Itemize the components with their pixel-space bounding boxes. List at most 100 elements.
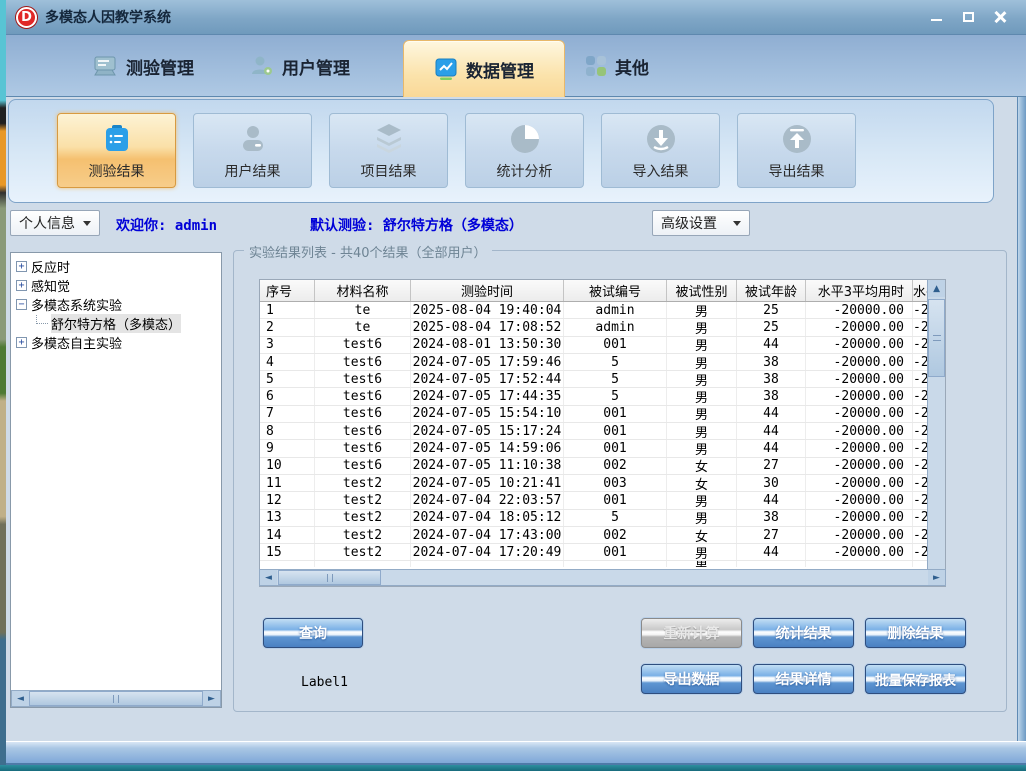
scrollbar-thumb[interactable] bbox=[29, 691, 203, 706]
column-header[interactable]: 水平 bbox=[913, 280, 927, 301]
table-row[interactable]: 2te2025-08-04 17:08:52admin男25-20000.00-… bbox=[260, 319, 927, 336]
maximize-button[interactable] bbox=[960, 10, 976, 24]
column-header[interactable]: 测验时间 bbox=[411, 280, 564, 301]
table-cell: 12 bbox=[260, 492, 315, 508]
table-row[interactable]: 9test62024-07-05 14:59:06001男44-20000.00… bbox=[260, 440, 927, 457]
table-cell: 11 bbox=[260, 475, 315, 491]
toolbar-export-results-button[interactable]: 导出结果 bbox=[737, 113, 856, 188]
main-tabbar: 测验管理 用户管理 数据管理 其他 bbox=[6, 35, 1026, 97]
tab-exam-management[interactable]: 测验管理 bbox=[92, 35, 194, 97]
scrollbar-thumb[interactable] bbox=[278, 570, 381, 585]
table-row[interactable]: 11test22024-07-05 10:21:41003女30-20000.0… bbox=[260, 475, 927, 492]
tree-connector-line bbox=[36, 315, 48, 324]
scroll-right-icon[interactable] bbox=[203, 691, 220, 706]
statistics-result-button[interactable]: 统计结果 bbox=[753, 618, 854, 648]
table-row[interactable]: 5test62024-07-05 17:52:445男38-20000.00-2… bbox=[260, 371, 927, 388]
column-header[interactable]: 水平3平均用时 bbox=[806, 280, 913, 301]
scrollbar-track[interactable] bbox=[928, 377, 945, 569]
column-header[interactable]: 被试性别 bbox=[667, 280, 737, 301]
table-row[interactable]: 3test62024-08-01 13:50:30001男44-20000.00… bbox=[260, 337, 927, 354]
column-header[interactable]: 被试年龄 bbox=[737, 280, 806, 301]
delete-result-button[interactable]: 删除结果 bbox=[865, 618, 966, 648]
toolbar-button-label: 项目结果 bbox=[361, 161, 417, 181]
table-cell: 2025-08-04 19:40:04 bbox=[411, 302, 564, 318]
tab-other[interactable]: 其他 bbox=[585, 35, 649, 97]
table-row[interactable]: 7test62024-07-05 15:54:10001男44-20000.00… bbox=[260, 406, 927, 423]
tab-label: 用户管理 bbox=[282, 54, 350, 79]
table-cell: -20 bbox=[913, 371, 927, 387]
table-cell: 男 bbox=[667, 337, 737, 353]
expand-plus-icon[interactable] bbox=[16, 280, 27, 291]
table-row[interactable]: 12test22024-07-04 22:03:57001男44-20000.0… bbox=[260, 492, 927, 509]
tree-item-multimodal-self[interactable]: 多模态自主实验 bbox=[11, 333, 221, 352]
table-cell: 001 bbox=[564, 492, 667, 508]
table-cell bbox=[564, 561, 667, 567]
window-title: 多模态人因教学系统 bbox=[45, 7, 171, 27]
window-right-border bbox=[1017, 35, 1026, 741]
export-data-button[interactable]: 导出数据 bbox=[641, 664, 742, 694]
table-cell: 001 bbox=[564, 544, 667, 560]
tree-item-reaction-time[interactable]: 反应时 bbox=[11, 257, 221, 276]
scroll-left-icon[interactable] bbox=[12, 691, 29, 706]
table-horizontal-scrollbar[interactable] bbox=[259, 569, 946, 586]
tree-item-label: 感知觉 bbox=[31, 276, 70, 295]
toolbar-user-results-button[interactable]: 用户结果 bbox=[193, 113, 312, 188]
table-cell: -20 bbox=[913, 388, 927, 404]
table-row[interactable]: 14test22024-07-04 17:43:00002女27-20000.0… bbox=[260, 527, 927, 544]
tab-user-management[interactable]: 用户管理 bbox=[250, 35, 350, 97]
expand-plus-icon[interactable] bbox=[16, 337, 27, 348]
tree-horizontal-scrollbar[interactable] bbox=[11, 690, 221, 707]
column-header[interactable]: 被试编号 bbox=[564, 280, 667, 301]
expand-plus-icon[interactable] bbox=[16, 261, 27, 272]
table-cell: test6 bbox=[315, 388, 411, 404]
minimize-button[interactable] bbox=[928, 10, 944, 24]
tree-item-schulte-grid[interactable]: 舒尔特方格（多模态） bbox=[11, 314, 221, 333]
scroll-right-icon[interactable] bbox=[928, 570, 945, 585]
table-cell: 2024-07-05 10:21:41 bbox=[411, 475, 564, 491]
toolbar-project-results-button[interactable]: 项目结果 bbox=[329, 113, 448, 188]
tree-item-perception[interactable]: 感知觉 bbox=[11, 276, 221, 295]
batch-save-report-button[interactable]: 批量保存报表 bbox=[865, 664, 966, 694]
scroll-up-icon[interactable] bbox=[928, 280, 945, 297]
table-cell: test6 bbox=[315, 423, 411, 439]
table-vertical-scrollbar[interactable] bbox=[927, 280, 945, 586]
table-cell: 15 bbox=[260, 544, 315, 560]
personal-info-dropdown[interactable]: 个人信息 bbox=[10, 210, 100, 236]
table-row[interactable]: 6test62024-07-05 17:44:355男38-20000.00-2… bbox=[260, 388, 927, 405]
table-cell: test2 bbox=[315, 510, 411, 526]
table-row[interactable]: 10test62024-07-05 11:10:38002女27-20000.0… bbox=[260, 458, 927, 475]
table-row[interactable]: 1te2025-08-04 19:40:04admin男25-20000.00-… bbox=[260, 302, 927, 319]
close-button[interactable] bbox=[992, 10, 1008, 24]
chevron-down-icon bbox=[83, 221, 91, 226]
table-cell: 44 bbox=[737, 423, 806, 439]
toolbar-statistics-button[interactable]: 统计分析 bbox=[465, 113, 584, 188]
scrollbar-track[interactable] bbox=[381, 570, 928, 585]
advanced-settings-label: 高级设置 bbox=[661, 213, 717, 233]
table-cell: 女 bbox=[667, 475, 737, 491]
scroll-left-icon[interactable] bbox=[260, 570, 277, 585]
table-cell: 6 bbox=[260, 388, 315, 404]
tree-item-multimodal-system[interactable]: 多模态系统实验 bbox=[11, 295, 221, 314]
table-cell: 男 bbox=[667, 319, 737, 335]
collapse-minus-icon[interactable] bbox=[16, 299, 27, 310]
scrollbar-thumb[interactable] bbox=[928, 299, 945, 377]
table-row[interactable]: 15test22024-07-04 17:20:49001男44-20000.0… bbox=[260, 544, 927, 561]
table-cell: 38 bbox=[737, 510, 806, 526]
table-cell: 9 bbox=[260, 440, 315, 456]
tab-data-management[interactable]: 数据管理 bbox=[403, 40, 565, 97]
toolbar-button-label: 测验结果 bbox=[89, 161, 145, 181]
toolbar-import-results-button[interactable]: 导入结果 bbox=[601, 113, 720, 188]
table-cell: admin bbox=[564, 302, 667, 318]
toolbar-button-label: 导入结果 bbox=[633, 161, 689, 181]
advanced-settings-dropdown[interactable]: 高级设置 bbox=[652, 210, 750, 236]
table-cell: 14 bbox=[260, 527, 315, 543]
result-detail-button[interactable]: 结果详情 bbox=[753, 664, 854, 694]
toolbar-test-results-button[interactable]: 测验结果 bbox=[57, 113, 176, 188]
thumb-grip bbox=[933, 335, 941, 341]
query-button[interactable]: 查询 bbox=[263, 618, 363, 648]
table-row[interactable]: 4test62024-07-05 17:59:465男38-20000.00-2… bbox=[260, 354, 927, 371]
column-header[interactable]: 序号 bbox=[260, 280, 315, 301]
column-header[interactable]: 材料名称 bbox=[315, 280, 411, 301]
table-row[interactable]: 13test22024-07-04 18:05:125男38-20000.00-… bbox=[260, 510, 927, 527]
table-row[interactable]: 8test62024-07-05 15:17:24001男44-20000.00… bbox=[260, 423, 927, 440]
